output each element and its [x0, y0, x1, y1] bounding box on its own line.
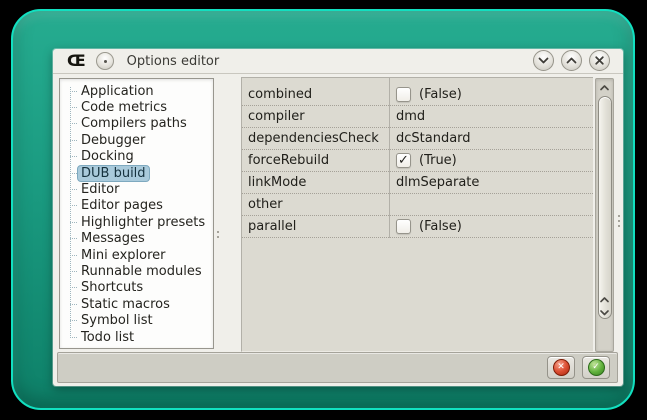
- property-value: ✓ (True): [389, 153, 593, 168]
- property-name: combined: [248, 87, 313, 102]
- property-value-text: dmd: [396, 109, 426, 124]
- titlebar[interactable]: Œ Options editor: [53, 49, 623, 74]
- property-value: dcStandard: [389, 131, 593, 146]
- property-row-dependenciescheck[interactable]: dependenciesCheck dcStandard: [242, 128, 593, 150]
- category-tree: Application Code metrics Compilers paths…: [60, 83, 213, 348]
- window-menu-button[interactable]: [95, 52, 114, 70]
- sidebar-item-application[interactable]: Application: [60, 83, 213, 99]
- checkbox-state-label: (False): [419, 219, 462, 234]
- tree-branch-icon: [70, 336, 77, 338]
- close-button[interactable]: [589, 50, 610, 71]
- property-value-text: dcStandard: [396, 131, 471, 146]
- property-row-compiler[interactable]: compiler dmd: [242, 106, 593, 128]
- window-frame: Œ Options editor Application Code metric…: [11, 9, 635, 410]
- property-row-other[interactable]: other: [242, 194, 593, 216]
- property-row-parallel[interactable]: parallel (False): [242, 216, 593, 238]
- cancel-icon: ✕: [552, 359, 570, 376]
- sidebar-splitter[interactable]: [214, 78, 241, 349]
- property-row-combined[interactable]: combined (False): [242, 84, 593, 106]
- checkbox-state-label: (False): [419, 87, 462, 102]
- property-name: other: [248, 197, 283, 212]
- accept-icon: ✓: [587, 359, 605, 376]
- tree-branch-icon: [70, 270, 77, 272]
- property-value: dlmSeparate: [389, 175, 593, 190]
- tree-branch-icon: [70, 221, 77, 223]
- sidebar-item-shortcuts[interactable]: Shortcuts: [60, 280, 213, 296]
- sidebar-item-highlighter-presets[interactable]: Highlighter presets: [60, 214, 213, 230]
- chevron-down-icon: [600, 309, 609, 315]
- app-logo-icon: Œ: [67, 50, 86, 70]
- sidebar-item-mini-explorer[interactable]: Mini explorer: [60, 247, 213, 263]
- maximize-button[interactable]: [561, 50, 582, 71]
- property-row-linkmode[interactable]: linkMode dlmSeparate: [242, 172, 593, 194]
- category-list: Application Code metrics Compilers paths…: [59, 78, 214, 349]
- cancel-button[interactable]: ✕: [547, 356, 575, 379]
- checkbox-state-label: (True): [419, 153, 457, 168]
- checkbox-unchecked[interactable]: [396, 219, 411, 234]
- tree-branch-icon: [70, 205, 77, 207]
- property-value-text: dlmSeparate: [396, 175, 480, 190]
- tree-branch-icon: [70, 107, 77, 109]
- tree-branch-icon: [70, 156, 77, 158]
- property-grid: combined (False) compiler dmd dependenci…: [241, 77, 593, 352]
- scroll-up-button[interactable]: [596, 81, 613, 94]
- panel-grip-icon[interactable]: [618, 212, 620, 230]
- splitter-grip-icon: [217, 228, 220, 241]
- accept-button[interactable]: ✓: [582, 356, 610, 379]
- column-divider[interactable]: [389, 78, 390, 238]
- sidebar-item-symbol-list[interactable]: Symbol list: [60, 312, 213, 328]
- chevron-up-icon: [600, 296, 609, 302]
- chevron-down-icon: [538, 57, 549, 64]
- checkbox-unchecked[interactable]: [396, 87, 411, 102]
- tree-branch-icon: [70, 90, 77, 92]
- chevron-up-icon: [566, 57, 577, 64]
- sidebar-item-docking[interactable]: Docking: [60, 149, 213, 165]
- sidebar-item-code-metrics[interactable]: Code metrics: [60, 99, 213, 115]
- tree-branch-icon: [70, 139, 77, 141]
- chevron-up-icon: [600, 84, 609, 90]
- sidebar-item-editor-pages[interactable]: Editor pages: [60, 198, 213, 214]
- scrollbar-thumb[interactable]: [597, 96, 612, 319]
- sidebar-item-editor[interactable]: Editor: [60, 181, 213, 197]
- property-name: compiler: [248, 109, 305, 124]
- property-value: (False): [389, 219, 593, 234]
- property-name: linkMode: [248, 175, 307, 190]
- tree-branch-icon: [70, 320, 77, 322]
- sidebar-item-messages[interactable]: Messages: [60, 231, 213, 247]
- scroll-up-button-bottom[interactable]: [596, 293, 613, 306]
- sidebar-item-static-macros[interactable]: Static macros: [60, 296, 213, 312]
- window-title: Options editor: [126, 53, 220, 69]
- tree-branch-icon: [70, 189, 77, 191]
- sidebar-item-compilers-paths[interactable]: Compilers paths: [60, 116, 213, 132]
- options-editor-window: Œ Options editor Application Code metric…: [53, 49, 623, 386]
- property-row-forcerebuild[interactable]: forceRebuild ✓ (True): [242, 150, 593, 172]
- close-icon: [595, 56, 604, 65]
- tree-branch-icon: [70, 287, 77, 289]
- property-value: (False): [389, 87, 593, 102]
- property-name: forceRebuild: [248, 153, 330, 168]
- sidebar-item-runnable-modules[interactable]: Runnable modules: [60, 263, 213, 279]
- dialog-footer: ✕ ✓: [57, 352, 618, 383]
- sidebar-item-dub-build[interactable]: DUB build: [60, 164, 213, 182]
- scroll-down-button[interactable]: [596, 306, 613, 319]
- tree-branch-icon: [70, 238, 77, 240]
- tree-branch-icon: [70, 254, 77, 256]
- property-name: dependenciesCheck: [248, 131, 379, 146]
- minimize-button[interactable]: [533, 50, 554, 71]
- checkbox-checked[interactable]: ✓: [396, 153, 411, 168]
- property-value: dmd: [389, 109, 593, 124]
- tree-branch-icon: [70, 172, 77, 174]
- sidebar-item-todo-list[interactable]: Todo list: [60, 329, 213, 345]
- sidebar-item-debugger[interactable]: Debugger: [60, 132, 213, 148]
- tree-branch-icon: [70, 303, 77, 305]
- property-name: parallel: [248, 219, 297, 234]
- tree-branch-icon: [70, 123, 77, 125]
- vertical-scrollbar[interactable]: [595, 78, 614, 352]
- menu-dot-icon: [103, 60, 107, 63]
